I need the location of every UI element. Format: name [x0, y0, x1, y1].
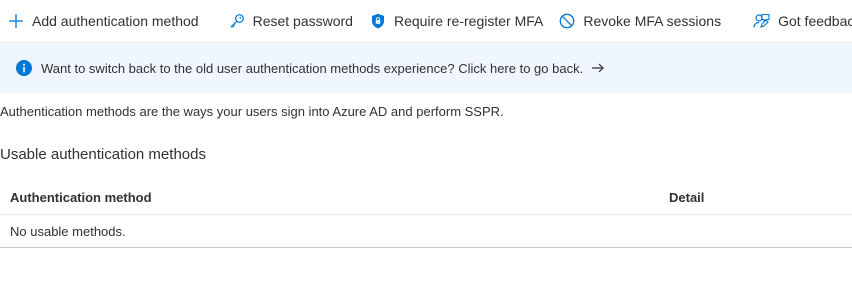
plus-icon	[8, 13, 24, 29]
feedback-person-icon	[753, 13, 770, 29]
reset-password-button[interactable]: Reset password	[229, 0, 353, 43]
section-title: Usable authentication methods	[0, 146, 206, 163]
revoke-mfa-sessions-button[interactable]: Revoke MFA sessions	[559, 0, 721, 43]
usable-methods-table: Authentication method Detail No usable m…	[0, 181, 852, 248]
revoke-mfa-sessions-label: Revoke MFA sessions	[583, 13, 722, 29]
got-feedback-label: Got feedback?	[778, 13, 852, 29]
column-header-authentication-method[interactable]: Authentication method	[0, 190, 669, 205]
add-authentication-method-button[interactable]: Add authentication method	[8, 0, 199, 43]
column-header-detail[interactable]: Detail	[669, 190, 704, 205]
add-authentication-method-label: Add authentication method	[32, 13, 199, 29]
description-text: Authentication methods are the ways your…	[0, 104, 504, 119]
table-header: Authentication method Detail	[0, 181, 852, 215]
arrow-right-icon[interactable]	[591, 61, 605, 75]
switch-back-banner[interactable]: Want to switch back to the old user auth…	[0, 43, 852, 93]
info-icon	[16, 60, 32, 76]
got-feedback-button[interactable]: Got feedback?	[753, 0, 852, 43]
command-bar: Add authentication method Reset password…	[0, 0, 852, 43]
empty-message: No usable methods.	[10, 223, 126, 239]
require-reregister-mfa-label: Require re-register MFA	[393, 13, 544, 29]
key-icon	[229, 13, 245, 29]
shield-icon	[370, 13, 386, 29]
require-reregister-mfa-button[interactable]: Require re-register MFA	[370, 0, 543, 43]
banner-text[interactable]: Want to switch back to the old user auth…	[41, 61, 583, 76]
reset-password-label: Reset password	[252, 13, 353, 29]
block-icon	[559, 13, 575, 29]
table-empty-row: No usable methods.	[0, 215, 852, 248]
